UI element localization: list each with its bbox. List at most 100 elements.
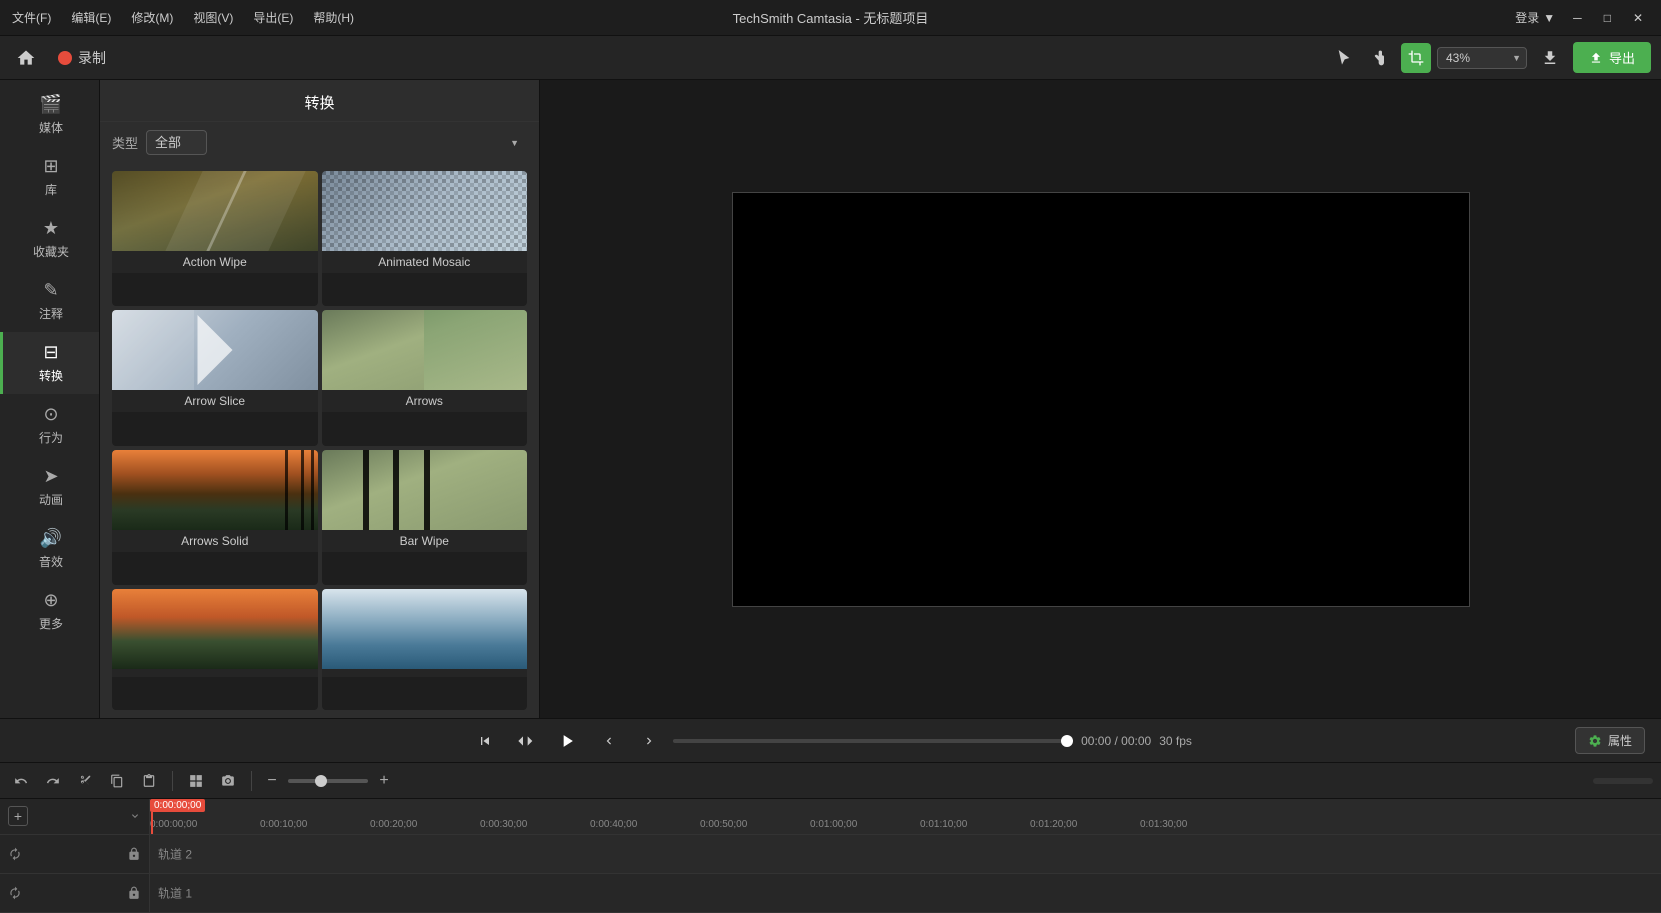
login-button[interactable]: 登录 ▼ <box>1515 9 1555 26</box>
hand-tool-button[interactable] <box>1365 43 1395 73</box>
toolbar-left: 录制 <box>10 42 1321 74</box>
track-headers-column: + <box>0 799 150 913</box>
left-sidebar: 🎬 媒体 ⊞ 库 ★ 收藏夹 ✎ 注释 ⊟ 转换 ⊙ 行为 ➤ 动画 🔊 音 <box>0 80 100 718</box>
zoom-out-button[interactable]: − <box>262 772 282 790</box>
ruler-tick-9: 0:01:30;00 <box>1140 819 1187 830</box>
copy-button[interactable] <box>104 768 130 794</box>
title-bar-right: 登录 ▼ ─ □ ✕ <box>1515 7 1653 29</box>
transition-arrow-slice[interactable]: Arrow Slice <box>112 310 318 445</box>
sidebar-item-animations[interactable]: ➤ 动画 <box>0 456 99 518</box>
title-bar: 文件(F) 编辑(E) 修改(M) 视图(V) 导出(E) 帮助(H) Tech… <box>0 0 1661 36</box>
menu-help[interactable]: 帮助(H) <box>309 7 358 28</box>
ruler-tick-8: 0:01:20;00 <box>1030 819 1077 830</box>
bar-wipe-name: Bar Wipe <box>322 530 528 552</box>
menu-modify[interactable]: 修改(M) <box>127 7 177 28</box>
sidebar-item-transitions[interactable]: ⊟ 转换 <box>0 332 99 394</box>
timeline-ruler: 0:00:00;00 0:00:00;00 0:00:10;00 0:00:20… <box>150 799 1661 835</box>
preview-area <box>540 80 1661 718</box>
menu-export[interactable]: 导出(E) <box>249 7 297 28</box>
main-toolbar: 录制 43% 25% 50% 75% 100% <box>0 36 1661 80</box>
behaviors-icon: ⊙ <box>43 404 58 425</box>
time-display: 00:00 / 00:00 <box>1081 734 1151 748</box>
download-button[interactable] <box>1535 43 1565 73</box>
type-filter-select[interactable]: 全部 <box>146 130 207 155</box>
skip-back-button[interactable] <box>469 725 501 757</box>
frame-back-button[interactable] <box>509 725 541 757</box>
sidebar-media-label: 媒体 <box>39 119 63 136</box>
animated-mosaic-name: Animated Mosaic <box>322 251 528 273</box>
current-time: 00:00 <box>1081 734 1111 748</box>
transition-action-wipe[interactable]: Action Wipe <box>112 171 318 306</box>
properties-label: 属性 <box>1608 732 1632 749</box>
snapshot-button[interactable] <box>215 768 241 794</box>
properties-button[interactable]: 属性 <box>1575 727 1645 754</box>
track-rotate-icon-1 <box>8 886 22 900</box>
frame-back-icon <box>517 733 533 749</box>
favorites-icon: ★ <box>43 218 59 239</box>
cut-button[interactable] <box>72 768 98 794</box>
sidebar-item-more[interactable]: ⊕ 更多 <box>0 580 99 642</box>
play-button[interactable] <box>549 723 585 759</box>
paste-button[interactable] <box>136 768 162 794</box>
prev-marker-button[interactable] <box>593 725 625 757</box>
export-icon <box>1589 51 1603 65</box>
seek-bar[interactable] <box>673 739 1073 743</box>
menu-view[interactable]: 视图(V) <box>189 7 237 28</box>
redo-button[interactable] <box>40 768 66 794</box>
transition-arrows-solid[interactable]: Arrows Solid <box>112 450 318 585</box>
panel-title: 转换 <box>304 95 334 112</box>
prev-marker-icon <box>602 734 616 748</box>
home-icon <box>16 48 36 68</box>
close-button[interactable]: ✕ <box>1623 7 1653 29</box>
track-header-2 <box>0 835 149 874</box>
record-button[interactable]: 录制 <box>50 44 114 72</box>
split-view-button[interactable] <box>183 768 209 794</box>
timeline-scroll-bar[interactable] <box>1593 778 1653 784</box>
audio-icon: 🔊 <box>40 528 62 549</box>
transition-animated-mosaic[interactable]: Animated Mosaic <box>322 171 528 306</box>
window-controls: ─ □ ✕ <box>1563 7 1653 29</box>
sidebar-item-favorites[interactable]: ★ 收藏夹 <box>0 208 99 270</box>
sidebar-item-behaviors[interactable]: ⊙ 行为 <box>0 394 99 456</box>
undo-button[interactable] <box>8 768 34 794</box>
timeline-zoom-slider[interactable] <box>288 779 368 783</box>
ruler-tick-4: 0:00:40;00 <box>590 819 637 830</box>
sidebar-item-library[interactable]: ⊞ 库 <box>0 146 99 208</box>
crop-tool-button[interactable] <box>1401 43 1431 73</box>
track-1-name-label: 轨道 1 <box>158 884 192 901</box>
transition-item-8[interactable] <box>322 589 528 710</box>
transition-bar-wipe[interactable]: Bar Wipe <box>322 450 528 585</box>
menu-edit[interactable]: 编辑(E) <box>67 7 115 28</box>
sidebar-item-audio[interactable]: 🔊 音效 <box>0 518 99 580</box>
zoom-in-button[interactable]: + <box>374 772 394 790</box>
export-button[interactable]: 导出 <box>1573 42 1651 73</box>
next-marker-button[interactable] <box>633 725 665 757</box>
item8-name <box>322 669 528 677</box>
transition-arrows[interactable]: Arrows <box>322 310 528 445</box>
transition-item-7[interactable] <box>112 589 318 710</box>
zoom-wrapper: 43% 25% 50% 75% 100% <box>1437 47 1527 69</box>
restore-button[interactable]: □ <box>1594 7 1621 29</box>
camera-icon <box>221 774 235 788</box>
transitions-icon: ⊟ <box>43 342 58 363</box>
title-bar-left: 文件(F) 编辑(E) 修改(M) 视图(V) 导出(E) 帮助(H) <box>8 7 358 28</box>
split-view-icon <box>189 774 203 788</box>
sidebar-item-media[interactable]: 🎬 媒体 <box>0 84 99 146</box>
sidebar-annotations-label: 注释 <box>39 305 63 322</box>
seek-thumb[interactable] <box>1061 735 1073 747</box>
minimize-button[interactable]: ─ <box>1563 7 1592 29</box>
add-track-button[interactable]: + <box>8 806 28 826</box>
select-tool-button[interactable] <box>1329 43 1359 73</box>
next-marker-icon <box>642 734 656 748</box>
menu-file[interactable]: 文件(F) <box>8 7 55 28</box>
track-lane-1: 轨道 1 <box>150 874 1661 913</box>
play-icon <box>557 731 577 751</box>
main-area: 🎬 媒体 ⊞ 库 ★ 收藏夹 ✎ 注释 ⊟ 转换 ⊙ 行为 ➤ 动画 🔊 音 <box>0 80 1661 718</box>
paste-icon <box>142 774 156 788</box>
sidebar-item-annotations[interactable]: ✎ 注释 <box>0 270 99 332</box>
cut-icon <box>78 774 92 788</box>
hand-icon <box>1372 50 1388 66</box>
zoom-select[interactable]: 43% 25% 50% 75% 100% <box>1437 47 1527 69</box>
home-button[interactable] <box>10 42 42 74</box>
cursor-icon <box>1336 50 1352 66</box>
